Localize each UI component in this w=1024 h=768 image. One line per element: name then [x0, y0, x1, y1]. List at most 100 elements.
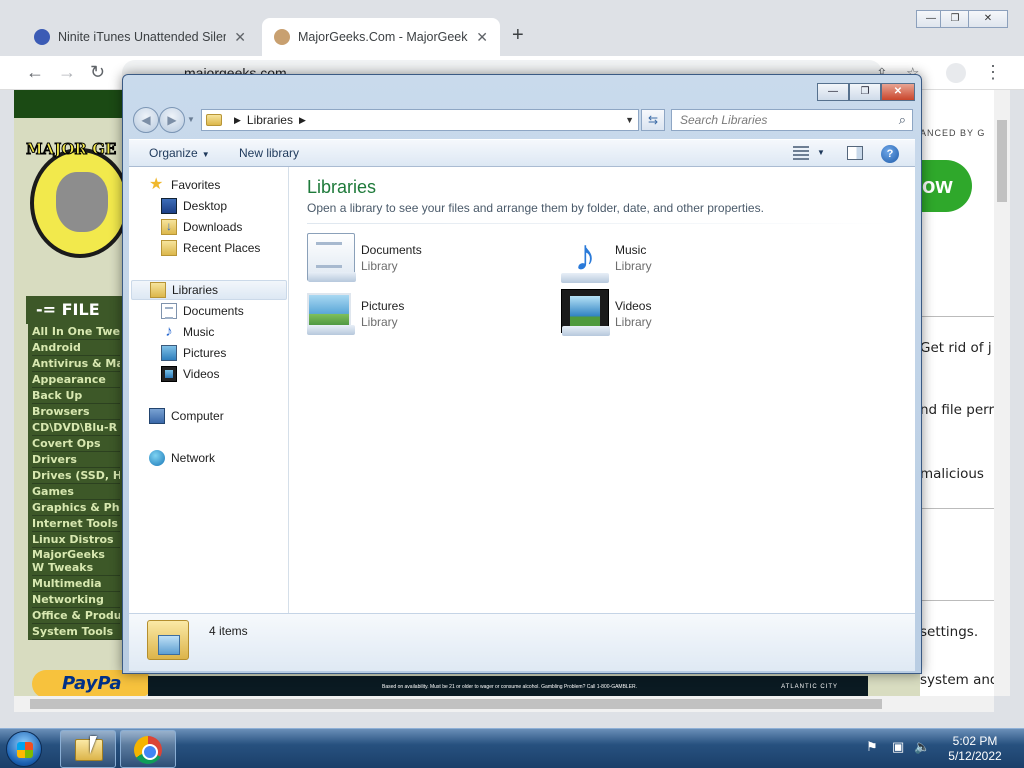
browser-close-button[interactable]: ✕ [968, 10, 1008, 28]
page-vertical-scrollbar[interactable] [994, 90, 1010, 696]
library-item-music[interactable]: ♪ Music Library [561, 233, 781, 283]
category-link[interactable]: Antivirus & Ma [32, 356, 120, 372]
library-name: Music [615, 243, 647, 257]
library-item-pictures[interactable]: Pictures Library [307, 289, 527, 339]
nav-computer[interactable]: Computer [131, 406, 287, 426]
taskbar: ⚑ ▣ 🔈 5:02 PM 5/12/2022 [0, 728, 1024, 768]
breadcrumb-chevron-icon[interactable]: ▶ [299, 115, 306, 126]
category-link[interactable]: Office & Produ [32, 608, 120, 624]
window-caption-buttons: — ❐ ✕ [817, 83, 915, 101]
category-link[interactable]: Linux Distros [32, 532, 120, 548]
category-link[interactable]: Drivers [32, 452, 120, 468]
chrome-icon [134, 736, 162, 764]
downloads-icon [161, 219, 177, 235]
nav-network[interactable]: Network [131, 448, 287, 468]
green-action-button[interactable]: ow [920, 160, 972, 212]
breadcrumb-libraries[interactable]: Libraries [247, 113, 293, 127]
category-link[interactable]: Browsers [32, 404, 120, 420]
library-type: Library [615, 259, 652, 273]
category-link[interactable]: Back Up [32, 388, 120, 404]
back-arrow-icon[interactable]: ← [26, 62, 44, 83]
category-link[interactable]: MajorGeeks W Tweaks [32, 548, 120, 576]
back-button[interactable]: ◀ [133, 107, 159, 133]
new-tab-button[interactable]: + [512, 24, 524, 47]
taskbar-chrome-button[interactable] [120, 730, 176, 768]
clock-time: 5:02 PM [952, 734, 998, 748]
network-tray-icon[interactable]: ▣ [892, 739, 904, 755]
tab-majorgeeks[interactable]: MajorGeeks.Com - MajorGeeks ✕ [262, 18, 500, 56]
taskbar-explorer-button[interactable] [60, 730, 116, 768]
category-link[interactable]: System Tools [32, 624, 120, 640]
view-options-dropdown-icon[interactable]: ▼ [817, 148, 825, 157]
refresh-button[interactable]: ⇆ [641, 109, 665, 131]
new-library-button[interactable]: New library [239, 146, 299, 160]
search-icon[interactable]: ⌕ [899, 110, 906, 130]
category-link[interactable]: Appearance [32, 372, 120, 388]
address-history-dropdown-icon[interactable]: ▼ [625, 115, 634, 125]
volume-icon[interactable]: 🔈 [914, 739, 930, 755]
details-pane: 4 items [129, 613, 915, 671]
nav-label: Documents [183, 304, 244, 318]
category-link[interactable]: Games [32, 484, 120, 500]
menu-kebab-icon[interactable]: ⋮ [984, 62, 1002, 83]
library-item-documents[interactable]: Documents Library [307, 233, 527, 283]
close-button[interactable]: ✕ [881, 83, 915, 101]
preview-pane-icon[interactable] [847, 146, 863, 160]
article-snippet[interactable]: settings. [920, 624, 978, 640]
nav-recent-places[interactable]: Recent Places [131, 238, 287, 258]
system-clock[interactable]: 5:02 PM 5/12/2022 [944, 734, 1006, 764]
category-link[interactable]: Networking [32, 592, 120, 608]
category-link[interactable]: Multimedia [32, 576, 120, 592]
forward-arrow-icon[interactable]: → [58, 62, 76, 83]
nav-label: Libraries [172, 283, 219, 297]
change-view-icon[interactable] [793, 146, 809, 160]
tab-ninite[interactable]: Ninite iTunes Unattended Silent I ✕ [22, 18, 258, 56]
nav-desktop[interactable]: Desktop [131, 196, 287, 216]
organize-button[interactable]: Organize ▼ [149, 146, 210, 160]
nav-pictures[interactable]: Pictures [131, 343, 287, 363]
address-row: ◀ ▶ ▼ ▶ Libraries ▶ ▼ ⇆ Search Libraries… [131, 107, 915, 133]
category-link[interactable]: Drives (SSD, H [32, 468, 120, 484]
help-icon[interactable]: ? [881, 145, 899, 163]
nav-favorites[interactable]: ★ Favorites [131, 175, 287, 195]
browser-restore-button[interactable]: ❐ [940, 10, 970, 28]
nav-libraries[interactable]: Libraries [131, 280, 287, 300]
forward-button[interactable]: ▶ [159, 107, 185, 133]
page-title: Libraries [307, 177, 377, 197]
maximize-button[interactable]: ❐ [849, 83, 881, 101]
nav-downloads[interactable]: Downloads [131, 217, 287, 237]
tab-close-icon[interactable]: ✕ [476, 29, 488, 46]
recent-pages-dropdown-icon[interactable]: ▼ [187, 115, 195, 124]
category-link[interactable]: CD\DVD\Blu-R [32, 420, 120, 436]
library-item-videos[interactable]: Videos Library [561, 289, 781, 339]
search-input[interactable]: Search Libraries ⌕ [671, 109, 913, 131]
advertisement-banner[interactable]: Based on availability. Must be 21 or old… [148, 676, 868, 696]
category-link[interactable]: Internet Tools [32, 516, 120, 532]
profile-avatar-icon[interactable] [946, 63, 966, 83]
article-snippet[interactable]: Get rid of j [920, 340, 992, 356]
explorer-address-bar[interactable]: ▶ Libraries ▶ ▼ [201, 109, 639, 131]
article-snippet[interactable]: nd file perr [920, 402, 994, 418]
tab-close-icon[interactable]: ✕ [234, 29, 246, 46]
library-name: Videos [615, 299, 652, 313]
category-link[interactable]: Android [32, 340, 120, 356]
nav-videos[interactable]: Videos [131, 364, 287, 384]
computer-icon [149, 408, 165, 424]
category-link[interactable]: Covert Ops [32, 436, 120, 452]
breadcrumb-chevron-icon[interactable]: ▶ [234, 115, 241, 126]
nav-music[interactable]: ♪ Music [131, 322, 287, 342]
reload-icon[interactable]: ↻ [90, 62, 105, 83]
action-center-flag-icon[interactable]: ⚑ [866, 739, 878, 755]
article-snippet[interactable]: malicious [920, 466, 984, 482]
category-link[interactable]: All In One Twe [32, 324, 120, 340]
page-horizontal-scrollbar[interactable] [14, 696, 994, 712]
tab-strip: Ninite iTunes Unattended Silent I ✕ Majo… [0, 0, 1024, 56]
minimize-button[interactable]: — [817, 83, 849, 101]
page-subtitle: Open a library to see your files and arr… [307, 201, 764, 215]
start-button-windows-logo-icon[interactable] [6, 731, 42, 767]
category-link[interactable]: Graphics & Pho [32, 500, 120, 516]
nav-label: Pictures [183, 346, 227, 360]
recent-places-icon [161, 240, 177, 256]
nav-documents[interactable]: Documents [131, 301, 287, 321]
article-snippet[interactable]: system and decry [920, 672, 994, 688]
